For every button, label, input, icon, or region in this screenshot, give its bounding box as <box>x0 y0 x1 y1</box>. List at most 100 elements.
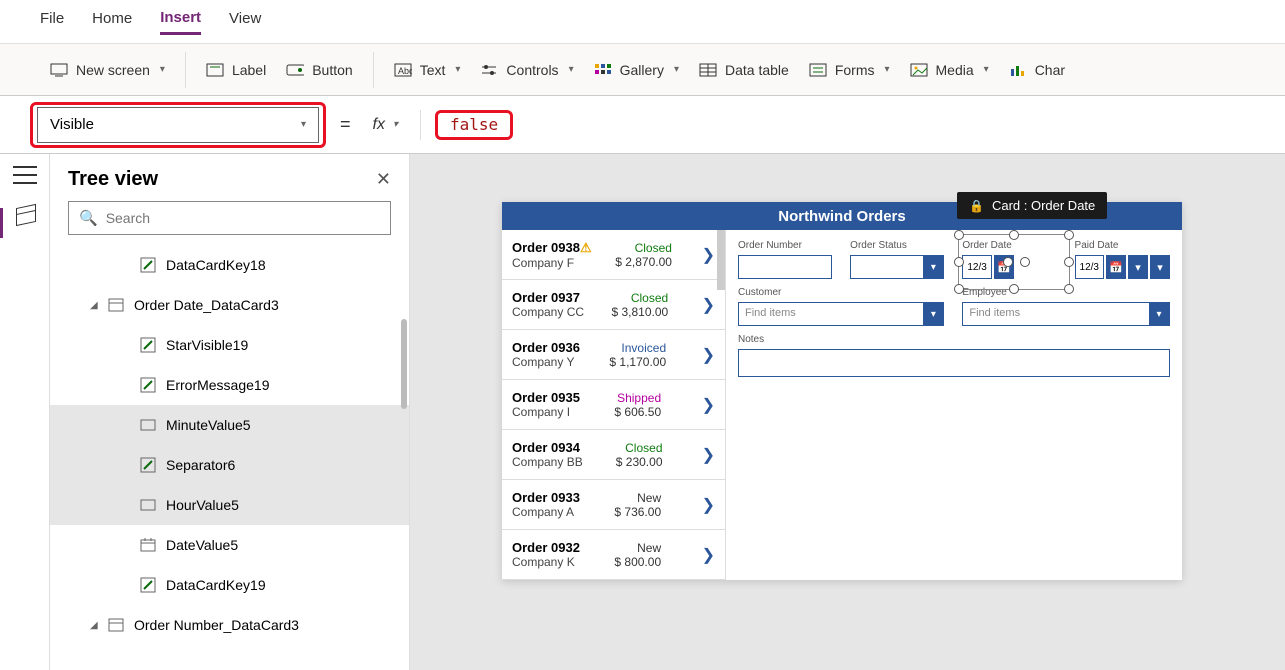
charts-btn-label: Char <box>1035 62 1065 78</box>
chevron-down-icon[interactable]: ▾ <box>1128 255 1148 279</box>
hamburger-icon[interactable] <box>13 166 37 184</box>
close-icon[interactable]: ✕ <box>376 169 391 190</box>
order-row[interactable]: Order 0938⚠Company FClosed$ 2,870.00❯ <box>502 230 725 280</box>
tree-item[interactable]: Separator6 <box>50 445 409 485</box>
chevron-down-icon: ▾ <box>984 64 989 75</box>
menu-view[interactable]: View <box>229 10 261 33</box>
tree-item[interactable]: ◢Order Number_DataCard3 <box>50 605 409 645</box>
order-number: Order 0937 <box>512 290 584 305</box>
customer-select[interactable]: Find items ▾ <box>738 302 944 326</box>
tree-view-icon[interactable] <box>14 202 36 224</box>
menu-insert[interactable]: Insert <box>160 9 201 35</box>
forms-button[interactable]: Forms ▾ <box>809 62 890 78</box>
tree-item[interactable]: DateValue5 <box>50 525 409 565</box>
chevron-right-icon: ❯ <box>702 445 715 465</box>
gallery-button[interactable]: Gallery ▾ <box>594 62 679 78</box>
tree-item[interactable]: DataCardKey19 <box>50 565 409 605</box>
order-row[interactable]: Order 0932Company KNew$ 800.00❯ <box>502 530 725 580</box>
label-button[interactable]: Label <box>206 62 266 78</box>
chevron-down-icon: ▾ <box>674 64 679 75</box>
new-screen-button[interactable]: New screen ▾ <box>50 62 165 78</box>
tree-item[interactable]: ErrorMessage19 <box>50 365 409 405</box>
media-button[interactable]: Media ▾ <box>910 62 989 78</box>
formula-value[interactable]: false <box>442 115 506 134</box>
order-status-select[interactable]: ▾ <box>850 255 944 279</box>
order-row[interactable]: Order 0933Company ANew$ 736.00❯ <box>502 480 725 530</box>
expander-icon[interactable]: ◢ <box>90 620 98 631</box>
tree-item[interactable]: ◢ Order Date_DataCard3 <box>50 285 409 325</box>
chevron-down-icon: ▾ <box>393 119 398 130</box>
tree-item[interactable]: MinuteValue5 <box>50 405 409 445</box>
field-order-number: Order Number <box>738 240 832 279</box>
employee-select[interactable]: Find items ▾ <box>962 302 1170 326</box>
expander-icon[interactable]: ◢ <box>90 300 98 311</box>
gallery-btn-label: Gallery <box>620 62 664 78</box>
menu-home[interactable]: Home <box>92 10 132 33</box>
order-status: Shipped <box>617 391 661 405</box>
selection-box <box>958 234 1070 290</box>
tree-item-label: Order Date_DataCard3 <box>134 297 279 313</box>
order-amount: $ 800.00 <box>614 555 661 569</box>
pen-icon <box>140 377 156 393</box>
datatable-btn-label: Data table <box>725 62 789 78</box>
tree-item[interactable]: StarVisible19 <box>50 325 409 365</box>
order-company: Company A <box>512 505 580 519</box>
order-company: Company F <box>512 256 592 270</box>
chevron-down-icon: ▾ <box>923 256 943 278</box>
order-row[interactable]: Order 0935Company IShipped$ 606.50❯ <box>502 380 725 430</box>
forms-btn-label: Forms <box>835 62 875 78</box>
button-button[interactable]: Button <box>286 62 352 78</box>
order-gallery[interactable]: Order 0938⚠Company FClosed$ 2,870.00❯Ord… <box>502 230 726 580</box>
order-status: Closed <box>631 291 668 305</box>
menu-file[interactable]: File <box>40 10 64 33</box>
button-btn-label: Button <box>312 62 352 78</box>
order-status: Closed <box>635 241 672 255</box>
search-icon: 🔍 <box>79 209 98 227</box>
canvas[interactable]: Card : Order Date Northwind Orders Order… <box>410 154 1285 670</box>
gallery-icon <box>594 63 612 77</box>
controls-button[interactable]: Controls ▾ <box>480 62 573 78</box>
tree-item[interactable]: DataCardKey18 <box>50 245 409 285</box>
notes-input[interactable] <box>738 349 1170 377</box>
lock-icon <box>969 198 984 213</box>
chevron-down-icon: ▾ <box>1149 303 1169 325</box>
table-icon <box>699 63 717 77</box>
chevron-down-icon: ▾ <box>569 64 574 75</box>
order-company: Company K <box>512 555 580 569</box>
menu-bar: File Home Insert View <box>0 0 1285 44</box>
pen-icon <box>140 577 156 593</box>
chevron-down-icon[interactable]: ▾ <box>1150 255 1170 279</box>
tree-view-panel: Tree view ✕ 🔍 DataCardKey18◢Order Date_D… <box>50 154 410 670</box>
order-company: Company BB <box>512 455 583 469</box>
tree-item-label: DataCardKey19 <box>166 577 266 593</box>
text-btn-label: Text <box>420 62 446 78</box>
tree-item[interactable]: HourValue5 <box>50 485 409 525</box>
app-stage: Northwind Orders Order 0938⚠Company FClo… <box>502 202 1182 580</box>
order-number-input[interactable] <box>738 255 832 279</box>
tree-list[interactable]: DataCardKey18 ◢ Order Date_DataCard3 StarVi… <box>50 245 409 670</box>
order-row[interactable]: Order 0936Company YInvoiced$ 1,170.00❯ <box>502 330 725 380</box>
text-button[interactable]: Abc Text ▾ <box>394 62 461 78</box>
tree-item-label: Separator6 <box>166 457 235 473</box>
order-number: Order 0938⚠ <box>512 240 592 256</box>
equals-sign: = <box>340 114 351 135</box>
charts-button[interactable]: Char <box>1009 62 1065 78</box>
order-number: Order 0932 <box>512 540 580 555</box>
search-box[interactable]: 🔍 <box>68 201 391 235</box>
tree-item-label: MinuteValue5 <box>166 417 251 433</box>
scrollbar-thumb[interactable] <box>401 319 407 409</box>
formula-bar: Visible ▾ = fx ▾ false <box>0 96 1285 154</box>
calendar-icon[interactable]: 📅 <box>1106 255 1126 279</box>
search-input[interactable] <box>106 210 380 226</box>
chevron-right-icon: ❯ <box>702 395 715 415</box>
property-selector[interactable]: Visible ▾ <box>37 107 319 143</box>
order-row[interactable]: Order 0934Company BBClosed$ 230.00❯ <box>502 430 725 480</box>
order-row[interactable]: Order 0937Company CCClosed$ 3,810.00❯ <box>502 280 725 330</box>
datatable-button[interactable]: Data table <box>699 62 789 78</box>
fx-button[interactable]: fx ▾ <box>365 116 406 134</box>
chevron-down-icon: ▾ <box>923 303 943 325</box>
label-btn-label: Label <box>232 62 266 78</box>
paid-date-input[interactable]: 12/3 📅 ▾ ▾ <box>1075 255 1170 279</box>
field-order-date: Order Date 12/3 📅 <box>962 240 1056 279</box>
scrollbar-thumb[interactable] <box>717 230 725 290</box>
